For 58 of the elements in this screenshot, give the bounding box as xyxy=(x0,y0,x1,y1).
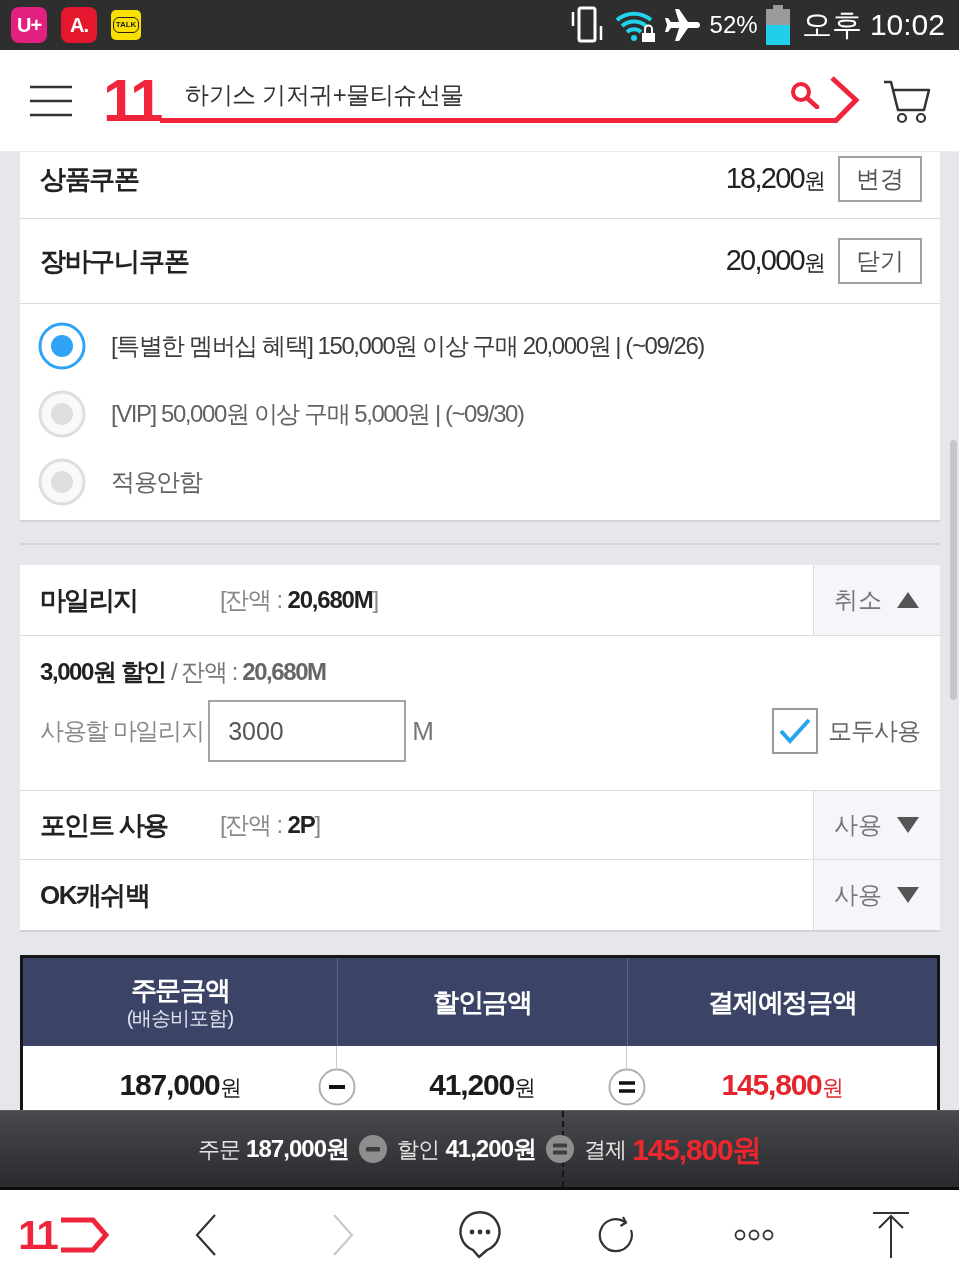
radio-button[interactable] xyxy=(38,322,86,370)
unit-label: M xyxy=(412,714,434,748)
toggle-button[interactable]: 사용 xyxy=(813,860,940,930)
benefit-label: OK캐쉬백 xyxy=(40,878,151,912)
search-input[interactable]: 하기스 기저귀+물티슈선물 xyxy=(185,78,791,112)
battery-percentage: 52% xyxy=(709,13,758,37)
coupon-button[interactable]: 변경 xyxy=(838,156,922,202)
summary-amount: 187,000원 xyxy=(246,1134,350,1164)
battery-icon xyxy=(765,5,790,45)
chat-bubble-icon xyxy=(456,1210,503,1259)
amount-value: 145,800원 xyxy=(721,1067,843,1103)
summary-label: 주문 xyxy=(197,1135,241,1164)
minus-icon xyxy=(359,1135,388,1163)
chevron-left-icon xyxy=(193,1212,218,1257)
balance-text: [잔액 : 20,680M] xyxy=(220,585,378,615)
mileage-input[interactable]: 3000 xyxy=(208,700,407,762)
minus-icon xyxy=(318,1068,356,1106)
benefit-label: 마일리지 xyxy=(40,583,139,617)
arrow-up-icon xyxy=(870,1210,911,1259)
option-label[interactable]: [특별한 멤버십 혜택] 150,000원 이상 구매 20,000원 | (~09/26) xyxy=(111,328,704,364)
checkbox[interactable] xyxy=(771,708,818,754)
coupon-amount: 20,000원 xyxy=(725,243,826,279)
coupon-label: 상품쿠폰 xyxy=(40,162,139,196)
coupon-amount: 18,200원 xyxy=(725,161,826,197)
app-logo: U+ xyxy=(11,7,47,43)
amount-value: 41,200원 xyxy=(429,1067,535,1103)
clock: 오후 10:02 xyxy=(801,10,945,40)
equals-icon xyxy=(608,1068,646,1106)
option-label[interactable]: [VIP] 50,000원 이상 구매 5,000원 | (~09/30) xyxy=(111,396,524,432)
equals-icon xyxy=(546,1135,575,1163)
amount-value: 187,000원 xyxy=(119,1067,241,1103)
airplane-icon xyxy=(664,8,701,42)
mileage-summary: 3,000원 할인 / 잔액 : 20,680M xyxy=(40,657,327,687)
summary-amount: 41,200원 xyxy=(445,1134,537,1164)
benefit-label: 포인트 사용 xyxy=(40,808,169,842)
toggle-button[interactable]: 사용 xyxy=(813,791,940,859)
coupon-button[interactable]: 닫기 xyxy=(838,238,922,284)
option-label[interactable]: 적용안함 xyxy=(111,464,202,500)
column-header: 주문금액 xyxy=(130,974,230,1006)
chevron-right-icon xyxy=(330,1212,355,1257)
balance-text: [잔액 : 2P] xyxy=(220,810,320,840)
logo[interactable]: 11 xyxy=(103,70,161,131)
app-logo: A. xyxy=(61,7,97,43)
field-label: 사용할 마일리지 xyxy=(40,716,204,746)
home-logo-button[interactable]: 11 xyxy=(14,1210,113,1259)
more-icon xyxy=(733,1227,774,1242)
summary-amount: 145,800원 xyxy=(632,1131,762,1168)
coupon-label: 장바구니쿠폰 xyxy=(40,244,189,278)
summary-label: 할인 xyxy=(397,1135,440,1164)
column-header: 결제예정금액 xyxy=(708,986,857,1018)
menu-icon xyxy=(30,84,72,117)
app-logo: TALK xyxy=(111,10,141,40)
checkbox-label[interactable]: 모두사용 xyxy=(827,713,920,749)
toggle-button[interactable]: 취소 xyxy=(813,565,940,635)
column-note: (배송비포함) xyxy=(126,1006,234,1030)
summary-label: 결제 xyxy=(584,1135,627,1164)
search-icon[interactable] xyxy=(790,81,821,109)
column-header: 할인금액 xyxy=(433,986,532,1018)
